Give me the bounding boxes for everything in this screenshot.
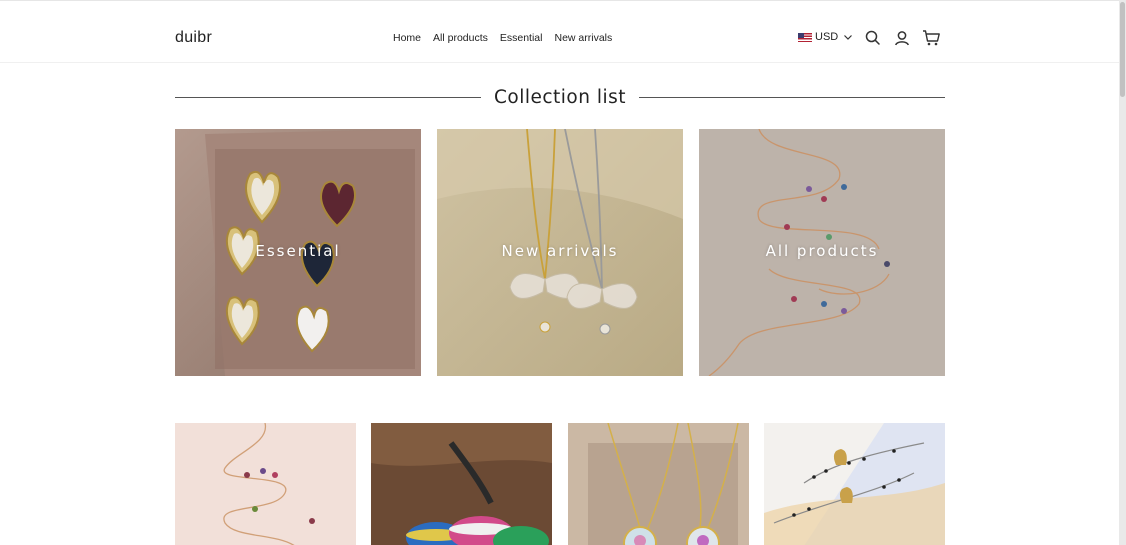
account-icon[interactable]	[893, 29, 911, 47]
chevron-down-icon	[844, 35, 853, 40]
scrollbar-thumb[interactable]	[1120, 2, 1125, 97]
product-card-charm-anklet[interactable]	[175, 423, 356, 545]
collection-card-all-products[interactable]: All products	[699, 129, 945, 376]
collection-label: New arrivals	[501, 242, 619, 260]
collection-list-heading: Collection list	[175, 85, 945, 109]
nav-new-arrivals[interactable]: New arrivals	[554, 32, 612, 44]
store-logo[interactable]: duibr	[175, 29, 212, 47]
product-card-flower-pendants[interactable]	[568, 423, 749, 545]
page-scrollbar[interactable]	[1119, 0, 1126, 545]
nav-all-products[interactable]: All products	[433, 32, 488, 44]
currency-label: USD	[815, 31, 839, 43]
collection-card-essential[interactable]: Essential	[175, 129, 421, 376]
main-nav: Home All products Essential New arrivals	[393, 32, 612, 44]
product-card-rainbow-rings[interactable]	[371, 423, 552, 545]
flower-pendants-image	[568, 423, 749, 545]
collection-card-new-arrivals[interactable]: New arrivals	[437, 129, 683, 376]
nav-essential[interactable]: Essential	[500, 32, 543, 44]
nav-home[interactable]: Home	[393, 32, 421, 44]
collection-label: Essential	[255, 242, 341, 260]
cart-icon[interactable]	[922, 29, 941, 47]
collection-label: All products	[765, 242, 879, 260]
divider-right	[639, 96, 945, 98]
currency-selector[interactable]: USD	[798, 31, 853, 43]
product-card-hamsa-bracelets[interactable]	[764, 423, 945, 545]
divider-left	[175, 96, 481, 98]
us-flag-icon	[798, 32, 812, 42]
site-header: duibr Home All products Essential New ar…	[0, 1, 1119, 63]
search-icon[interactable]	[864, 29, 882, 47]
rainbow-rings-image	[371, 423, 552, 545]
hamsa-bracelets-image	[764, 423, 945, 545]
charm-anklet-image	[175, 423, 356, 545]
section-title: Collection list	[493, 86, 627, 108]
page: duibr Home All products Essential New ar…	[0, 0, 1119, 545]
